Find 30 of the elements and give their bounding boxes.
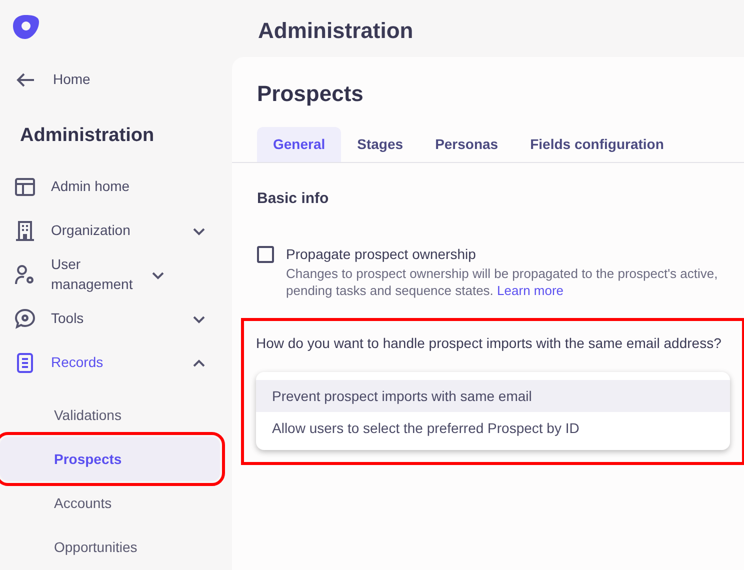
sidebar-item[interactable]: Organization (0, 208, 232, 252)
sidebar-heading: Administration (19, 124, 156, 148)
dropdown-option[interactable]: Allow users to select the preferred Prospect by ID (256, 412, 730, 444)
page-header-title: Administration (258, 17, 414, 45)
document-icon (14, 352, 36, 374)
back-arrow-icon (14, 72, 36, 88)
building-icon (14, 220, 36, 242)
tab[interactable]: General (257, 127, 342, 162)
sidebar-subitem[interactable]: Opportunities (0, 524, 220, 568)
tab[interactable]: Personas (419, 127, 514, 162)
sidebar-item[interactable]: Records (0, 340, 232, 384)
home-link[interactable]: Home (0, 58, 232, 102)
layout-icon (14, 176, 36, 198)
checkbox-label: Propagate prospect ownership (286, 244, 476, 264)
sidebar-item[interactable]: Tools (0, 296, 232, 340)
dropdown-option[interactable]: Prevent prospect imports with same email (256, 380, 730, 412)
section-title: Basic info (257, 189, 329, 209)
sidebar-subitem[interactable]: Validations (0, 392, 220, 436)
tab[interactable]: Fields configuration (514, 127, 680, 162)
sidebar-item[interactable]: User management (0, 252, 232, 296)
sidebar-subitem[interactable]: Accounts (0, 480, 220, 524)
learn-more-link[interactable]: Learn more (497, 283, 564, 298)
checkbox-description: Changes to prospect ownership will be propagated to the prospect's active, pending tasks and sequence states. Learn more (286, 264, 719, 300)
page-title: Prospects (257, 80, 364, 108)
question-label: How do you want to handle prospect imports with the same email address? (256, 334, 722, 353)
tab[interactable]: Stages (341, 127, 420, 162)
sidebar-item[interactable]: Admin home (0, 164, 232, 208)
checkbox[interactable] (257, 246, 274, 262)
logo-icon (12, 14, 40, 40)
sidebar-subitem[interactable]: Prospects (0, 436, 220, 480)
